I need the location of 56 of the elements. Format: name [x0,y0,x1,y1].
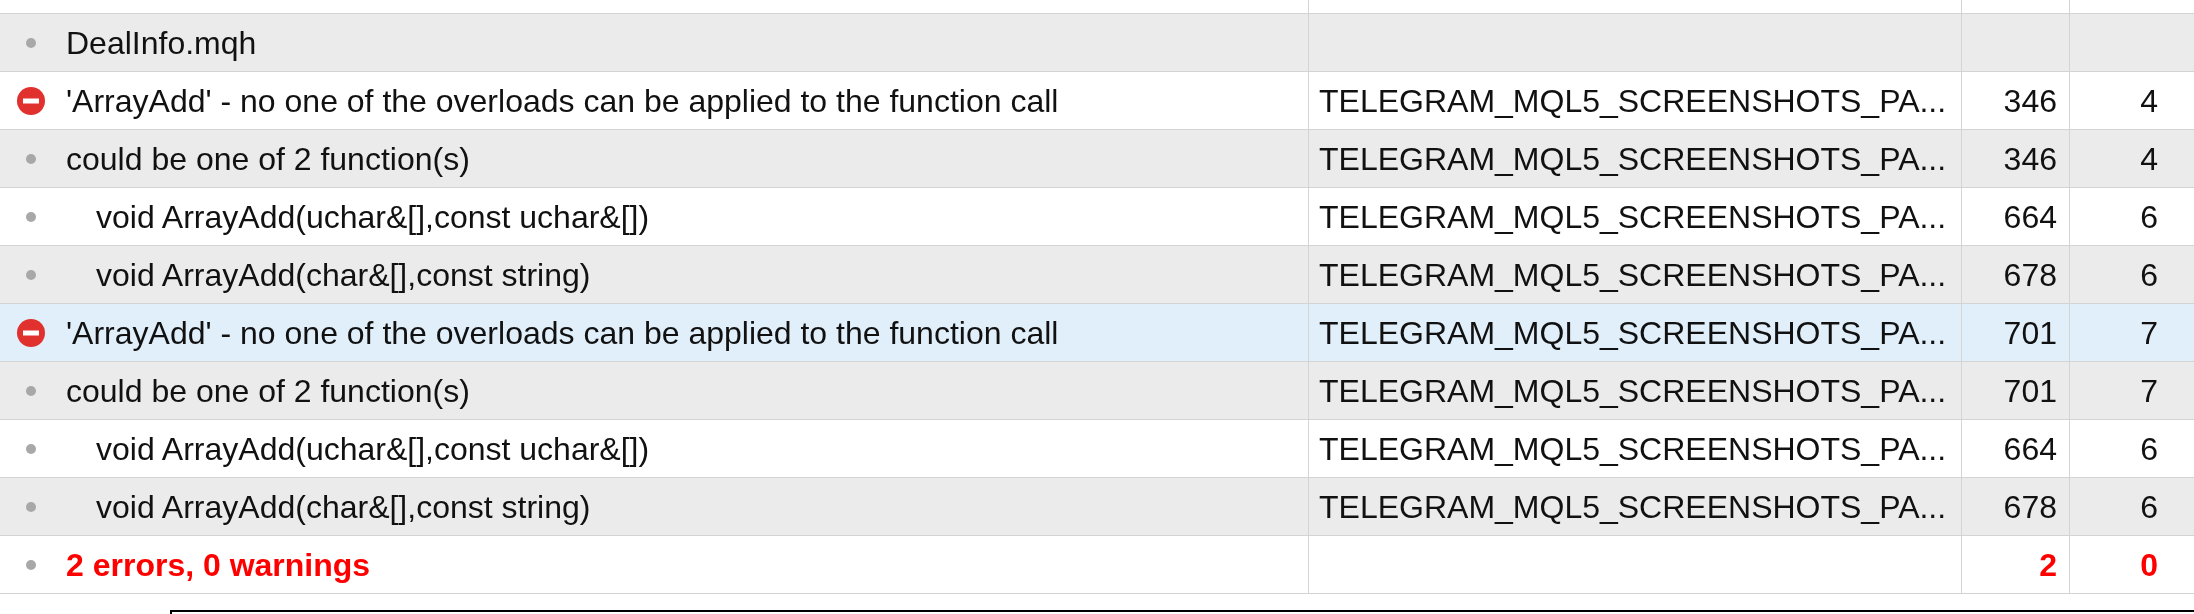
message-text: void ArrayAdd(char&[],const string) [96,255,591,295]
file-cell-text: TELEGRAM_MQL5_SCREENSHOTS_PA... [1319,139,1947,179]
message-row[interactable]: could be one of 2 function(s) TELEGRAM_MQL5_SCREENSHOTS_PA... 346 4 [0,130,2194,188]
message-text: void ArrayAdd(uchar&[],const uchar&[]) [96,197,650,237]
column-cell-text: 6 [2140,255,2158,295]
bullet-icon [26,153,36,164]
message-text: 'ArrayAdd' - no one of the overloads can be applied to the function call [66,81,1059,121]
column-cell-text: 0 [2140,545,2158,585]
column-cell-text: 7 [2140,313,2158,353]
column-cell-text: 4 [2140,139,2158,179]
file-cell-text: TELEGRAM_MQL5_SCREENSHOTS_PA... [1319,197,1947,237]
message-row[interactable]: void ArrayAdd(uchar&[],const uchar&[]) TELEGRAM_MQL5_SCREENSHOTS_PA... 664 6 [0,420,2194,478]
column-cell-text: 6 [2140,487,2158,527]
bullet-icon [26,443,36,454]
line-cell-text: 346 [2003,81,2057,121]
message-text: 2 errors, 0 warnings [66,545,371,585]
line-cell-text: 2 [2039,545,2057,585]
bullet-icon [26,37,36,48]
column-cell-text: 7 [2140,371,2158,411]
message-row[interactable]: could be one of 2 function(s) TELEGRAM_MQL5_SCREENSHOTS_PA... 701 7 [0,362,2194,420]
bullet-icon [26,559,36,570]
line-cell-text: 664 [2003,429,2057,469]
message-text: void ArrayAdd(char&[],const string) [96,487,591,527]
file-cell-text: TELEGRAM_MQL5_SCREENSHOTS_PA... [1319,487,1947,527]
column-cell-text: 4 [2140,81,2158,121]
line-cell-text: 701 [2003,313,2057,353]
bullet-icon [26,385,36,396]
message-row[interactable]: 'ArrayAdd' - no one of the overloads can be applied to the function call TELEGRAM_MQL5_SCREENSHOTS_PA... 701 7 [0,304,2194,362]
bullet-icon [26,501,36,512]
message-row[interactable]: void ArrayAdd(uchar&[],const uchar&[]) TELEGRAM_MQL5_SCREENSHOTS_PA... 664 6 [0,188,2194,246]
message-text: 'ArrayAdd' - no one of the overloads can be applied to the function call [66,313,1059,353]
file-cell-text: TELEGRAM_MQL5_SCREENSHOTS_PA... [1319,81,1947,121]
column-cell-text: 6 [2140,429,2158,469]
line-cell-text: 664 [2003,197,2057,237]
message-text: could be one of 2 function(s) [66,139,470,179]
file-cell-text: TELEGRAM_MQL5_SCREENSHOTS_PA... [1319,429,1947,469]
file-cell-text: TELEGRAM_MQL5_SCREENSHOTS_PA... [1319,371,1947,411]
line-cell-text: 678 [2003,255,2057,295]
message-row[interactable]: 'ArrayAdd' - no one of the overloads can be applied to the function call TELEGRAM_MQL5_SCREENSHOTS_PA... 346 4 [0,72,2194,130]
file-cell-text: TELEGRAM_MQL5_SCREENSHOTS_PA... [1319,255,1947,295]
message-row[interactable]: 2 errors, 0 warnings 2 0 [0,536,2194,594]
message-text: void ArrayAdd(uchar&[],const uchar&[]) [96,429,650,469]
message-text: could be one of 2 function(s) [66,371,470,411]
line-cell-text: 701 [2003,371,2057,411]
line-cell-text: 346 [2003,139,2057,179]
column-cell-text: 6 [2140,197,2158,237]
error-icon [17,86,45,115]
message-text: DealInfo.mqh [66,23,257,63]
error-icon [17,318,45,347]
bullet-icon [26,269,36,280]
bullet-icon [26,211,36,222]
message-row[interactable]: DealInfo.mqh [0,14,2194,72]
message-row[interactable]: void ArrayAdd(char&[],const string) TELEGRAM_MQL5_SCREENSHOTS_PA... 678 6 [0,478,2194,536]
file-cell-text: TELEGRAM_MQL5_SCREENSHOTS_PA... [1319,313,1947,353]
line-cell-text: 678 [2003,487,2057,527]
message-row[interactable]: void ArrayAdd(char&[],const string) TELEGRAM_MQL5_SCREENSHOTS_PA... 678 6 [0,246,2194,304]
